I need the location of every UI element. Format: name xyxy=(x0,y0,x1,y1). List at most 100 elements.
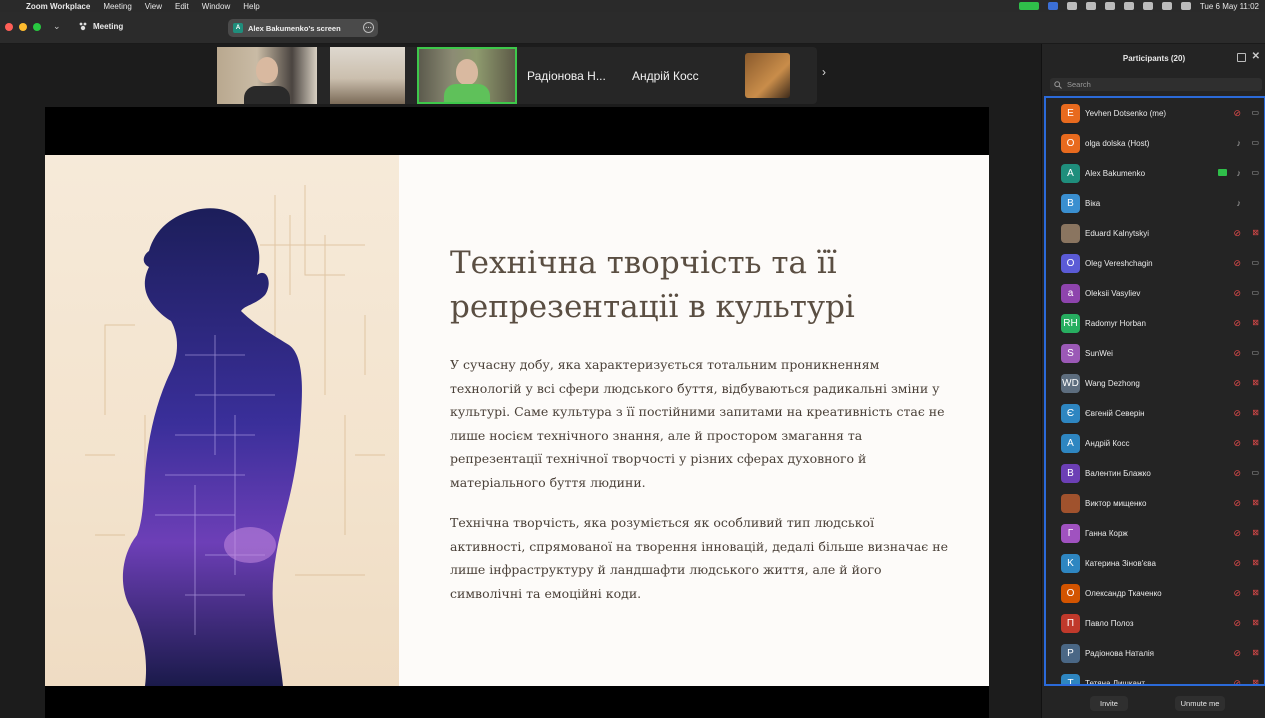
display-icon[interactable] xyxy=(1085,2,1096,10)
meeting-info-button[interactable]: Meeting xyxy=(78,21,123,31)
avatar: O xyxy=(1061,254,1080,273)
chevron-down-icon[interactable]: ⌄ xyxy=(53,21,61,32)
fullscreen-window-button[interactable] xyxy=(33,23,41,31)
participant-row[interactable]: Виктор мищенко ⊘ ⊠ xyxy=(1046,488,1264,518)
participant-row[interactable]: O Олександр Ткаченко ⊘ ⊠ xyxy=(1046,578,1264,608)
menu-app-name[interactable]: Zoom Workplace xyxy=(26,2,90,11)
camera-icon[interactable]: ▭ xyxy=(1251,108,1259,117)
menu-meeting[interactable]: Meeting xyxy=(103,2,131,11)
input-source-icon[interactable] xyxy=(1123,2,1134,10)
participant-row[interactable]: B Віка ♪ xyxy=(1046,188,1264,218)
mic-muted-icon[interactable]: ⊘ xyxy=(1233,288,1241,299)
participant-row[interactable]: Eduard Kalnytskyi ⊘ ⊠ xyxy=(1046,218,1264,248)
participant-row[interactable]: T Тетяна Лишкант ⊘ ⊠ xyxy=(1046,668,1264,684)
active-speaker-video-tile[interactable] xyxy=(417,47,517,104)
mic-icon[interactable]: ♪ xyxy=(1237,138,1242,148)
participant-name: Ганна Корж xyxy=(1085,529,1128,538)
zoom-status-icon[interactable] xyxy=(1018,2,1039,10)
participant-row[interactable]: P Радіонова Наталія ⊘ ⊠ xyxy=(1046,638,1264,668)
participant-row[interactable]: S SunWei ⊘ ▭ xyxy=(1046,338,1264,368)
mic-muted-icon[interactable]: ⊘ xyxy=(1233,558,1241,569)
mic-muted-icon[interactable]: ⊘ xyxy=(1233,438,1241,449)
menubar-clock[interactable]: Tue 6 May 11:02 xyxy=(1200,2,1259,11)
control-center-icon[interactable] xyxy=(1180,2,1191,10)
mic-muted-icon[interactable]: ⊘ xyxy=(1233,528,1241,539)
camera-off-icon[interactable]: ⊠ xyxy=(1252,408,1259,417)
more-options-icon[interactable]: … xyxy=(363,22,374,33)
battery-icon[interactable] xyxy=(1104,2,1115,10)
mic-icon[interactable]: ♪ xyxy=(1237,198,1242,208)
participant-row[interactable]: Є Євгеній Северін ⊘ ⊠ xyxy=(1046,398,1264,428)
participant-row[interactable]: B Валентин Блажко ⊘ ▭ xyxy=(1046,458,1264,488)
menu-window[interactable]: Window xyxy=(202,2,230,11)
app-status-icon[interactable] xyxy=(1047,2,1058,10)
mic-muted-icon[interactable]: ⊘ xyxy=(1233,648,1241,659)
camera-off-icon[interactable]: ⊠ xyxy=(1252,618,1259,627)
mic-icon[interactable]: ♪ xyxy=(1237,168,1242,178)
camera-off-icon[interactable]: ⊠ xyxy=(1252,558,1259,567)
mic-muted-icon[interactable]: ⊘ xyxy=(1233,258,1241,269)
participant-row[interactable]: RH Radomyr Horban ⊘ ⊠ xyxy=(1046,308,1264,338)
camera-icon[interactable]: ▭ xyxy=(1251,258,1259,267)
camera-off-icon[interactable]: ⊠ xyxy=(1252,318,1259,327)
search-input[interactable] xyxy=(1067,80,1257,89)
name-only-tile[interactable]: Андрій Косс xyxy=(632,47,728,104)
camera-icon[interactable]: ▭ xyxy=(1251,288,1259,297)
participant-row[interactable]: K Катерина Зінов'єва ⊘ ⊠ xyxy=(1046,548,1264,578)
camera-off-icon[interactable]: ⊠ xyxy=(1252,438,1259,447)
avatar: A xyxy=(1061,434,1080,453)
mic-muted-icon[interactable]: ⊘ xyxy=(1233,228,1241,239)
close-window-button[interactable] xyxy=(5,23,13,31)
video-tile[interactable] xyxy=(745,53,790,98)
mic-muted-icon[interactable]: ⊘ xyxy=(1233,678,1241,684)
pop-out-icon[interactable] xyxy=(1237,53,1246,62)
camera-icon[interactable]: ▭ xyxy=(1251,168,1259,177)
window-title-bar: ⌄ Meeting A Alex Bakumenko's screen … xyxy=(0,12,1265,44)
camera-off-icon[interactable]: ⊠ xyxy=(1252,498,1259,507)
name-only-tile[interactable]: Радіонова Н... xyxy=(527,47,623,104)
wifi-icon[interactable] xyxy=(1142,2,1153,10)
invite-button[interactable]: Invite xyxy=(1090,696,1128,711)
gallery-next-arrow-icon[interactable]: › xyxy=(822,65,826,79)
mic-muted-icon[interactable]: ⊘ xyxy=(1233,378,1241,389)
mic-muted-icon[interactable]: ⊘ xyxy=(1233,618,1241,629)
camera-off-icon[interactable]: ⊠ xyxy=(1252,528,1259,537)
video-tile[interactable] xyxy=(330,47,405,104)
participant-row[interactable]: Г Ганна Корж ⊘ ⊠ xyxy=(1046,518,1264,548)
camera-off-icon[interactable]: ⊠ xyxy=(1252,648,1259,657)
mic-muted-icon[interactable]: ⊘ xyxy=(1233,108,1241,119)
camera-off-icon[interactable]: ⊠ xyxy=(1252,378,1259,387)
mic-muted-icon[interactable]: ⊘ xyxy=(1233,498,1241,509)
mic-muted-icon[interactable]: ⊘ xyxy=(1233,318,1241,329)
camera-icon[interactable]: ▭ xyxy=(1251,348,1259,357)
mic-muted-icon[interactable]: ⊘ xyxy=(1233,408,1241,419)
mic-muted-icon[interactable]: ⊘ xyxy=(1233,588,1241,599)
menu-edit[interactable]: Edit xyxy=(175,2,189,11)
spotlight-search-icon[interactable] xyxy=(1161,2,1172,10)
control-icon[interactable] xyxy=(1066,2,1077,10)
participant-row[interactable]: A Андрій Косс ⊘ ⊠ xyxy=(1046,428,1264,458)
mic-muted-icon[interactable]: ⊘ xyxy=(1233,348,1241,359)
participant-row[interactable]: a Oleksii Vasyliev ⊘ ▭ xyxy=(1046,278,1264,308)
camera-off-icon[interactable]: ⊠ xyxy=(1252,588,1259,597)
participant-row[interactable]: E Yevhen Dotsenko (me) ⊘ ▭ xyxy=(1046,98,1264,128)
menu-help[interactable]: Help xyxy=(243,2,259,11)
presentation-slide: Технічна творчість та її репрезентації в… xyxy=(45,155,989,686)
video-tile[interactable] xyxy=(217,47,317,104)
participant-row[interactable]: WD Wang Dezhong ⊘ ⊠ xyxy=(1046,368,1264,398)
camera-off-icon[interactable]: ⊠ xyxy=(1252,678,1259,684)
participant-row[interactable]: П Павло Полоз ⊘ ⊠ xyxy=(1046,608,1264,638)
participant-row[interactable]: A Alex Bakumenko ♪ ▭ xyxy=(1046,158,1264,188)
camera-off-icon[interactable]: ⊠ xyxy=(1252,228,1259,237)
camera-icon[interactable]: ▭ xyxy=(1251,468,1259,477)
participant-name: Павло Полоз xyxy=(1085,619,1134,628)
screen-share-indicator[interactable]: A Alex Bakumenko's screen … xyxy=(228,19,378,37)
camera-icon[interactable]: ▭ xyxy=(1251,138,1259,147)
menu-view[interactable]: View xyxy=(145,2,162,11)
minimize-window-button[interactable] xyxy=(19,23,27,31)
close-icon[interactable]: ✕ xyxy=(1252,51,1260,62)
participant-row[interactable]: O Oleg Vereshchagin ⊘ ▭ xyxy=(1046,248,1264,278)
unmute-me-button[interactable]: Unmute me xyxy=(1175,696,1225,711)
participant-row[interactable]: Oolga dolska (Host) ♪ ▭ xyxy=(1046,128,1264,158)
mic-muted-icon[interactable]: ⊘ xyxy=(1233,468,1241,479)
